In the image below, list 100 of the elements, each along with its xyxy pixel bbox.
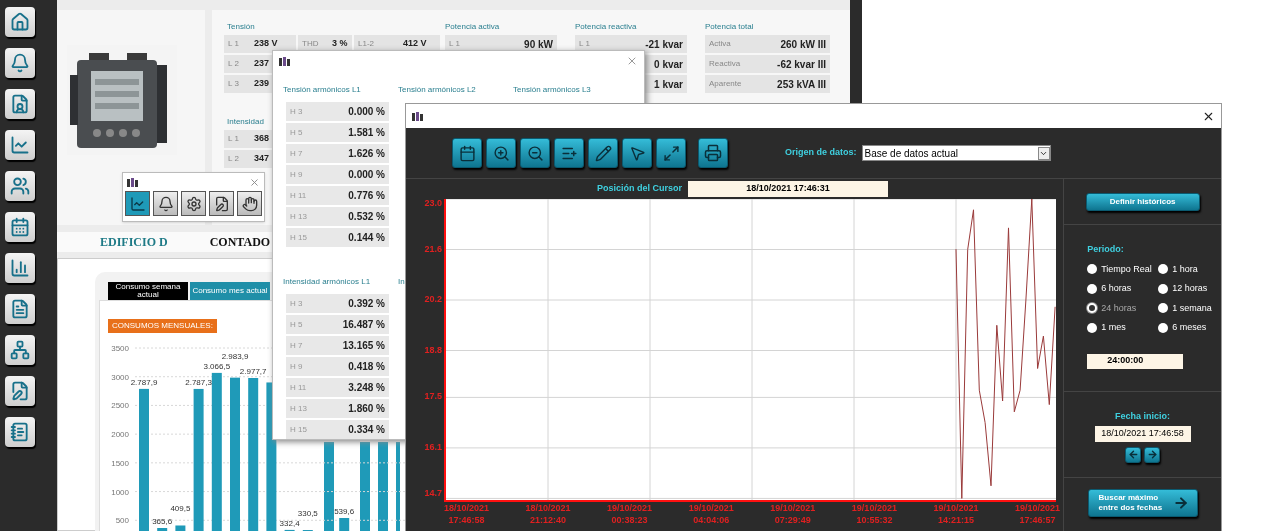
axis-tick-label: 20.2 [424,295,442,304]
tab[interactable]: Consumo semana actual [108,282,188,300]
reading-label: L 2 [228,153,240,165]
tab[interactable]: Consumo mes actual [190,282,270,300]
zoom-out-icon [526,144,544,162]
toolbar-button[interactable] [554,138,584,168]
building-name: EDIFICIO D [100,234,168,251]
previous-button[interactable] [1125,446,1142,463]
user-document-icon [10,94,30,114]
source-select[interactable]: Base de datos actual [861,145,1051,161]
axis-tick-label: 19/10/2021 04:04:06 [687,502,735,526]
bar-value-label: 2.787,3 [185,377,212,387]
radio-label: 6 meses [1172,321,1207,334]
toolbar-button[interactable] [656,138,686,168]
bar-value-label: 330,5 [297,509,318,518]
users-icon [10,176,30,196]
notebook-icon [10,422,30,442]
start-date-label: Fecha inicio: [1115,410,1171,423]
section-title: In [398,276,406,288]
axis-tick-label: 19/10/2021 10:55:32 [850,502,898,526]
duration-field: 24:00:00 [1087,353,1184,369]
sidebar-button[interactable] [5,7,35,37]
toolbar-button[interactable] [520,138,550,168]
zoom-in-icon [492,144,510,162]
next-button[interactable] [1144,446,1161,463]
harmonic-label: H 9 [290,360,303,373]
reading-value: 347 [254,152,270,166]
hierarchy-icon [10,340,30,360]
axis-tick-label: 19/10/2021 00:38:23 [606,502,654,526]
bar-chart-icon [10,258,30,278]
calendar-icon [10,217,30,237]
reading-value: -62 kvar III [777,57,826,72]
harmonic-label: H 13 [290,402,307,415]
radio-button[interactable] [1087,283,1098,294]
radio-label: Tiempo Real [1101,262,1152,276]
harmonic-label: H 7 [290,339,303,352]
printer-icon [704,144,722,162]
harmonic-label: H 13 [290,210,307,223]
sidebar-button[interactable] [5,294,35,324]
axis-tick-label: 18/10/2021 17:46:58 [442,502,490,526]
harmonic-value: 0.532 % [348,210,385,224]
section-title: Tensión armónicos L2 [398,84,477,96]
reading-value: 0 kvar [654,57,683,72]
radio-button[interactable] [1158,322,1169,333]
bar-value-label: 365,6 [152,517,173,526]
tool-button[interactable] [153,191,178,216]
reading-label: Aparente [709,78,742,90]
axis-tick-label: 1000 [111,487,129,497]
sidebar-button[interactable] [5,130,35,160]
harmonic-value: 16.487 % [342,318,385,332]
harmonic-label: H 3 [290,105,303,118]
edit-document-icon [10,381,30,401]
sidebar-button[interactable] [5,376,35,406]
toolbar-button[interactable] [452,138,482,168]
sidebar-button[interactable] [5,89,35,119]
tool-button[interactable] [237,191,262,216]
bar-value-label: 2.977,7 [239,367,267,376]
sidebar-button[interactable] [5,48,35,78]
reading-label: THD [302,38,320,50]
reading-value: 253 kVA III [777,77,826,92]
axis-tick-label: 2000 [111,430,129,440]
sidebar-button[interactable] [5,212,35,242]
bell-icon [10,53,30,73]
reading-label: Reactiva [709,58,741,70]
toolbar-button[interactable] [622,138,652,168]
radio-button[interactable] [1087,322,1098,333]
pointer-icon [628,144,646,162]
radio-button[interactable] [1087,303,1098,314]
radio-button[interactable] [1158,264,1169,275]
section-title: Tensión armónicos L1 [283,84,362,96]
app-icon [127,177,138,187]
sidebar-button[interactable] [5,417,35,447]
reading-label: L1-2 [358,38,375,50]
edit-document-icon [213,195,230,212]
bar [175,525,186,531]
section-title: Potencia total [705,21,755,33]
radio-button[interactable] [1158,303,1169,314]
axis-tick-label: 19/10/2021 07:29:49 [769,502,817,526]
reading-value: -21 kvar [645,37,683,52]
hand-icon [241,195,258,212]
axis-tick-label: 18.8 [424,345,442,355]
radio-button[interactable] [1158,283,1169,294]
print-button[interactable] [698,138,728,168]
toolbar-button[interactable] [486,138,516,168]
chart-title: CONSUMOS MENSUALES: [108,319,217,333]
radio-label: 6 horas [1101,282,1132,295]
axis-tick-label: 19/10/2021 14:21:15 [932,502,980,526]
sidebar-button[interactable] [5,253,35,283]
start-date-field[interactable]: 18/10/2021 17:46:58 [1094,425,1191,442]
sidebar-button[interactable] [5,335,35,365]
search-max-button[interactable]: Buscar máximo entre dos fechas [1087,489,1198,517]
sidebar-button[interactable] [5,171,35,201]
harmonic-value: 0.334 % [348,423,385,437]
tool-button[interactable] [209,191,234,216]
cursor-field: 18/10/2021 17:46:31 [688,181,889,197]
tool-button[interactable] [181,191,206,216]
dropdown-button[interactable] [1037,146,1050,160]
radio-button[interactable] [1087,264,1098,275]
toolbar-button[interactable] [588,138,618,168]
meter-name: CONTADO [209,234,271,251]
